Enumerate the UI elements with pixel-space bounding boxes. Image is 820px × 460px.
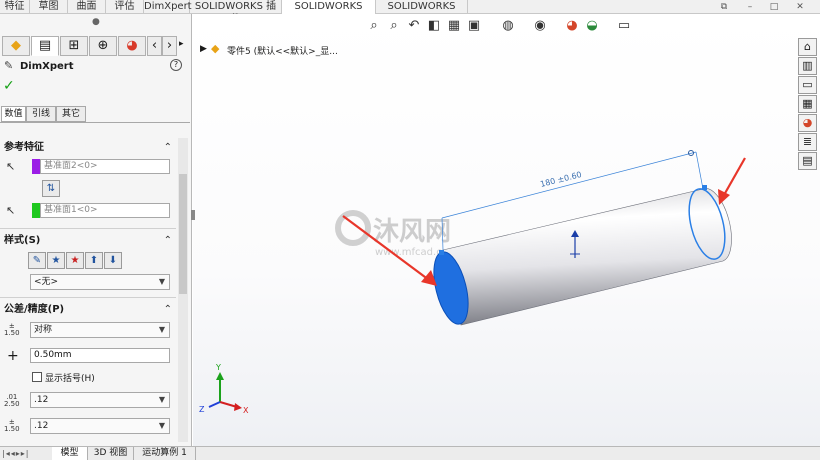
triad-x-axis xyxy=(219,401,238,408)
dimxpert-manager-tab-icon[interactable]: ⊕ xyxy=(89,36,117,56)
display-manager-tab-icon[interactable]: ◕ xyxy=(118,36,146,56)
chevron-down-icon: ▼ xyxy=(158,421,165,430)
style-save-icon[interactable]: ⬆ xyxy=(85,252,103,269)
tolerance-value-field[interactable]: 0.50mm xyxy=(30,348,170,363)
model-scene: 沐风网 www.mfcad.com 180 ±0.60 Y X Z xyxy=(199,150,746,415)
property-manager: ● ◆ ▤ ⊞ ⊕ ◕ ‹ › ▸ ✎ DimXpert ? ✓ 数值 引线 其… xyxy=(0,14,192,446)
tab-model[interactable]: 模型 xyxy=(52,447,88,460)
dimension-text[interactable]: 180 ±0.60 xyxy=(539,170,582,189)
chevron-down-icon: ▼ xyxy=(158,277,165,286)
tab-dimxpert[interactable]: DimXpert xyxy=(144,0,192,14)
triad-y-label: Y xyxy=(215,363,221,372)
tab-scroll-left-icon[interactable]: ‹ xyxy=(147,36,162,56)
triad-z-label: Z xyxy=(199,405,205,414)
ok-check-icon[interactable]: ✓ xyxy=(3,78,15,94)
feature-manager-tab-icon[interactable]: ◆ xyxy=(2,36,30,56)
ref2-color-swatch xyxy=(32,203,40,218)
triad-z-axis xyxy=(208,401,221,408)
graphics-area[interactable]: ⌕ ⌕ ↶ ◧ ▦ ▣ ◍ ◉ ◕ ◒ ▭ ▶ ◆ 零件5 (默认<<默认>_显… xyxy=(191,14,820,446)
subtab-other[interactable]: 其它 xyxy=(56,106,86,122)
tolerance-precision-select[interactable]: .12 ▼ xyxy=(30,418,170,434)
dimxpert-icon: ✎ xyxy=(4,59,14,72)
chevron-down-icon: ▼ xyxy=(158,325,165,334)
panel-title: DimXpert xyxy=(20,61,74,72)
reference-field-2[interactable]: 基准面1<0> xyxy=(40,203,170,218)
pick-reference-icon[interactable]: ↖ xyxy=(6,160,15,173)
collapse-up-icon[interactable]: ⌃ xyxy=(164,140,172,156)
cylinder-body[interactable] xyxy=(442,188,732,326)
style-select[interactable]: <无> ▼ xyxy=(30,274,170,290)
panel-scrollbar[interactable] xyxy=(178,138,188,442)
scrollbar-thumb[interactable] xyxy=(179,174,187,294)
section-divider xyxy=(0,297,176,298)
tolerance-type-icon: ±1.50 xyxy=(4,322,20,337)
chevron-down-icon: ▼ xyxy=(158,395,165,404)
collapse-up-icon[interactable]: ⌃ xyxy=(164,302,172,318)
property-manager-tab-icon[interactable]: ▤ xyxy=(31,36,59,56)
maximize-icon[interactable]: □ xyxy=(768,1,780,13)
panel-grip-icon[interactable]: ● xyxy=(92,17,100,27)
tolerance-type-value: 对称 xyxy=(34,325,53,335)
restore-icon[interactable]: ⧉ xyxy=(718,1,730,13)
tolerance-section-title: 公差/精度(P) xyxy=(4,304,65,315)
pick-reference-2-icon[interactable]: ↖ xyxy=(6,204,15,217)
tab-surfaces[interactable]: 曲面 xyxy=(68,0,106,14)
close-icon[interactable]: ✕ xyxy=(794,1,806,13)
primary-precision-select[interactable]: .12 ▼ xyxy=(30,392,170,408)
tolerance-type-select[interactable]: 对称 ▼ xyxy=(30,322,170,338)
style-delete-icon[interactable]: ★ xyxy=(66,252,84,269)
style-load-icon[interactable]: ⬇ xyxy=(104,252,122,269)
extension-line-right xyxy=(695,151,704,190)
callout-arrow-right xyxy=(718,157,746,205)
collapse-up-icon[interactable]: ⌃ xyxy=(164,233,172,249)
primary-precision-icon: .01 2.50 xyxy=(4,393,20,408)
style-section-header[interactable]: 样式(S) ⌃ xyxy=(0,233,178,249)
show-parentheses-checkbox[interactable] xyxy=(32,372,42,382)
reference-field-1[interactable]: 基准面2<0> xyxy=(40,159,170,174)
tolerance-section-header[interactable]: 公差/精度(P) ⌃ xyxy=(0,302,178,318)
tab-scroll-right-icon[interactable]: › xyxy=(162,36,177,56)
subtab-value[interactable]: 数值 xyxy=(1,106,26,122)
tab-features[interactable]: 特征 xyxy=(0,0,30,14)
selection-handle[interactable] xyxy=(439,250,444,255)
subtab-leader[interactable]: 引线 xyxy=(26,106,56,122)
tolerance-precision-value: .12 xyxy=(34,421,49,431)
style-section-title: 样式(S) xyxy=(4,235,41,246)
tab-motion-study[interactable]: 运动算例 1 xyxy=(134,447,196,460)
bottom-tab-bar: |◂◂▸▸| 模型 3D 视图 运动算例 1 xyxy=(0,446,820,460)
ref1-color-swatch xyxy=(32,159,40,174)
tab-mbd[interactable]: SOLIDWORKS MBD xyxy=(282,0,376,25)
plus-icon: + xyxy=(7,348,19,364)
style-add-icon[interactable]: ★ xyxy=(47,252,65,269)
panel-menu-icon[interactable]: ▸ xyxy=(179,39,184,49)
style-select-value: <无> xyxy=(34,277,59,287)
minimize-icon[interactable]: – xyxy=(744,1,756,13)
selection-handle[interactable] xyxy=(702,185,707,190)
reference-section-header[interactable]: 参考特征 ⌃ xyxy=(0,140,178,156)
watermark-logo xyxy=(335,210,371,246)
tab-3d-view[interactable]: 3D 视图 xyxy=(88,447,134,460)
primary-precision-value: .12 xyxy=(34,395,49,405)
tolerance-precision-icon: ±1.50 xyxy=(4,418,20,433)
triad-x-label: X xyxy=(243,406,249,415)
show-parentheses-label: 显示括号(H) xyxy=(45,374,95,384)
coordinate-triad: Y X Z xyxy=(199,363,249,415)
swap-references-icon[interactable]: ⇅ xyxy=(42,180,60,197)
splitter-handle[interactable] xyxy=(191,210,195,220)
reference-section-title: 参考特征 xyxy=(4,142,44,153)
tab-cam[interactable]: SOLIDWORKS CAM xyxy=(376,0,468,25)
subtab-divider xyxy=(0,122,190,123)
command-manager-tabs: 特征 草图 曲面 评估 DimXpert SOLIDWORKS 插件 SOLID… xyxy=(0,0,820,25)
section-divider xyxy=(0,228,176,229)
watermark-main: 沐风网 xyxy=(373,217,451,247)
tab-nav-arrows-icon[interactable]: |◂◂▸▸| xyxy=(2,449,29,458)
help-icon[interactable]: ? xyxy=(170,59,182,71)
configuration-manager-tab-icon[interactable]: ⊞ xyxy=(60,36,88,56)
tab-sketch[interactable]: 草图 xyxy=(30,0,68,14)
tab-addins[interactable]: SOLIDWORKS 插件 xyxy=(190,0,282,25)
tab-evaluate[interactable]: 评估 xyxy=(106,0,144,14)
style-default-icon[interactable]: ✎ xyxy=(28,252,46,269)
